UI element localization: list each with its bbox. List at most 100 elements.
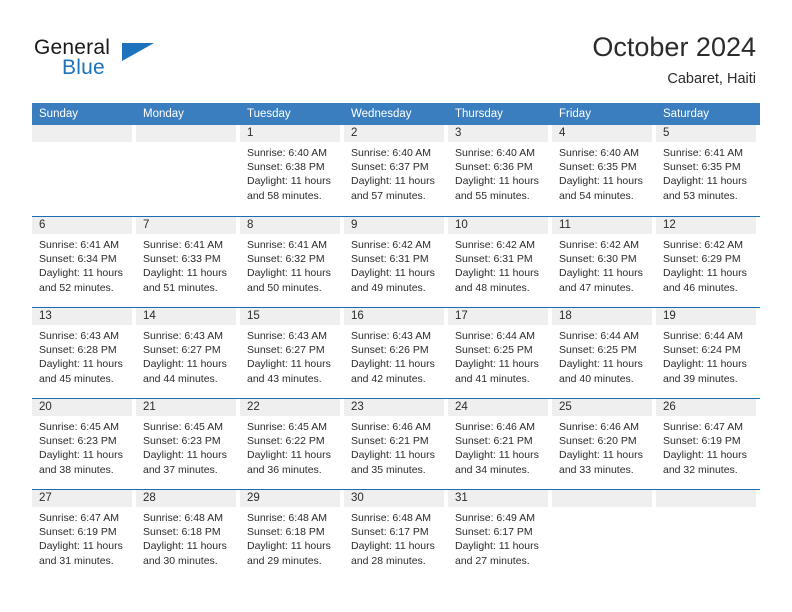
day-number: 31 — [448, 490, 548, 507]
day-of-week-header-friday: Friday — [559, 108, 591, 120]
day-details: Sunrise: 6:42 AM Sunset: 6:29 PM Daylight:… — [656, 234, 756, 295]
calendar-day-cell[interactable]: 12 Sunrise: 6:42 AM Sunset: 6:29 PM Dayligh… — [656, 217, 760, 307]
sunrise-text: Sunrise: 6:46 AM — [559, 421, 639, 433]
day-details: Sunrise: 6:46 AM Sunset: 6:20 PM Daylight:… — [552, 416, 652, 477]
calendar-day-cell[interactable]: 23 Sunrise: 6:46 AM Sunset: 6:21 PM Dayligh… — [344, 399, 448, 489]
daylight-text: Daylight: 11 hours and 43 minutes. — [247, 358, 331, 385]
day-of-week-header-monday: Monday — [143, 108, 184, 120]
daylight-text: Daylight: 11 hours and 27 minutes. — [455, 540, 539, 567]
calendar-day-cell[interactable]: 11 Sunrise: 6:42 AM Sunset: 6:30 PM Dayligh… — [552, 217, 656, 307]
calendar-day-cell[interactable]: 27 Sunrise: 6:47 AM Sunset: 6:19 PM Dayligh… — [32, 490, 136, 580]
day-number: 28 — [136, 490, 236, 507]
calendar-day-cell[interactable]: 24 Sunrise: 6:46 AM Sunset: 6:21 PM Dayligh… — [448, 399, 552, 489]
daylight-text: Daylight: 11 hours and 46 minutes. — [663, 267, 747, 294]
day-number: 25 — [552, 399, 652, 416]
calendar-day-cell[interactable]: 18 Sunrise: 6:44 AM Sunset: 6:25 PM Dayligh… — [552, 308, 656, 398]
day-details: Sunrise: 6:45 AM Sunset: 6:23 PM Daylight:… — [136, 416, 236, 477]
calendar-day-cell[interactable]: 22 Sunrise: 6:45 AM Sunset: 6:22 PM Dayligh… — [240, 399, 344, 489]
daylight-text: Daylight: 11 hours and 48 minutes. — [455, 267, 539, 294]
calendar-day-cell[interactable]: 4 Sunrise: 6:40 AM Sunset: 6:35 PM Daylight… — [552, 125, 656, 216]
calendar-day-cell[interactable]: 31 Sunrise: 6:49 AM Sunset: 6:17 PM Dayligh… — [448, 490, 552, 580]
calendar-day-cell[interactable]: 1 Sunrise: 6:40 AM Sunset: 6:38 PM Daylight… — [240, 125, 344, 216]
calendar-day-cell-empty — [136, 125, 240, 216]
calendar-day-cell[interactable]: 8 Sunrise: 6:41 AM Sunset: 6:32 PM Daylight… — [240, 217, 344, 307]
day-of-week-header-tuesday: Tuesday — [247, 108, 291, 120]
sunrise-text: Sunrise: 6:40 AM — [247, 147, 327, 159]
day-details: Sunrise: 6:43 AM Sunset: 6:26 PM Daylight:… — [344, 325, 444, 386]
day-details: Sunrise: 6:43 AM Sunset: 6:27 PM Daylight:… — [136, 325, 236, 386]
day-number: 27 — [32, 490, 132, 507]
sunrise-text: Sunrise: 6:40 AM — [351, 147, 431, 159]
day-number: 30 — [344, 490, 444, 507]
calendar-day-cell[interactable]: 20 Sunrise: 6:45 AM Sunset: 6:23 PM Dayligh… — [32, 399, 136, 489]
day-details: Sunrise: 6:44 AM Sunset: 6:25 PM Daylight:… — [448, 325, 548, 386]
calendar-day-cell[interactable]: 30 Sunrise: 6:48 AM Sunset: 6:17 PM Dayligh… — [344, 490, 448, 580]
calendar-day-cell[interactable]: 13 Sunrise: 6:43 AM Sunset: 6:28 PM Dayligh… — [32, 308, 136, 398]
sunset-text: Sunset: 6:21 PM — [351, 435, 429, 448]
calendar-weeks: 1 Sunrise: 6:40 AM Sunset: 6:38 PM Daylight… — [32, 125, 760, 580]
day-details: Sunrise: 6:41 AM Sunset: 6:32 PM Daylight:… — [240, 234, 340, 295]
calendar-day-cell[interactable]: 16 Sunrise: 6:43 AM Sunset: 6:26 PM Dayligh… — [344, 308, 448, 398]
page-title: October 2024 — [592, 32, 756, 62]
sunrise-text: Sunrise: 6:42 AM — [663, 239, 743, 251]
sunset-text: Sunset: 6:27 PM — [143, 344, 221, 357]
calendar-day-cell[interactable]: 10 Sunrise: 6:42 AM Sunset: 6:31 PM Dayligh… — [448, 217, 552, 307]
day-number: 9 — [344, 217, 444, 234]
day-details: Sunrise: 6:48 AM Sunset: 6:18 PM Daylight:… — [136, 507, 236, 568]
day-details: Sunrise: 6:41 AM Sunset: 6:33 PM Daylight:… — [136, 234, 236, 295]
sunset-text: Sunset: 6:18 PM — [247, 526, 325, 539]
daylight-text: Daylight: 11 hours and 34 minutes. — [455, 449, 539, 476]
calendar-day-cell[interactable]: 17 Sunrise: 6:44 AM Sunset: 6:25 PM Dayligh… — [448, 308, 552, 398]
calendar-day-cell[interactable]: 28 Sunrise: 6:48 AM Sunset: 6:18 PM Dayligh… — [136, 490, 240, 580]
sunset-text: Sunset: 6:31 PM — [455, 253, 533, 266]
day-details: Sunrise: 6:43 AM Sunset: 6:27 PM Daylight:… — [240, 325, 340, 386]
day-number: 15 — [240, 308, 340, 325]
calendar-day-cell[interactable]: 14 Sunrise: 6:43 AM Sunset: 6:27 PM Dayligh… — [136, 308, 240, 398]
calendar-day-cell[interactable]: 25 Sunrise: 6:46 AM Sunset: 6:20 PM Dayligh… — [552, 399, 656, 489]
calendar-day-cell[interactable]: 19 Sunrise: 6:44 AM Sunset: 6:24 PM Dayligh… — [656, 308, 760, 398]
day-number: 11 — [552, 217, 652, 234]
sunset-text: Sunset: 6:26 PM — [351, 344, 429, 357]
day-details: Sunrise: 6:46 AM Sunset: 6:21 PM Daylight:… — [448, 416, 548, 477]
calendar-day-cell[interactable]: 2 Sunrise: 6:40 AM Sunset: 6:37 PM Daylight… — [344, 125, 448, 216]
calendar-day-cell[interactable]: 9 Sunrise: 6:42 AM Sunset: 6:31 PM Daylight… — [344, 217, 448, 307]
daylight-text: Daylight: 11 hours and 52 minutes. — [39, 267, 123, 294]
calendar-day-cell[interactable]: 7 Sunrise: 6:41 AM Sunset: 6:33 PM Daylight… — [136, 217, 240, 307]
sunset-text: Sunset: 6:18 PM — [143, 526, 221, 539]
calendar-day-cell[interactable]: 6 Sunrise: 6:41 AM Sunset: 6:34 PM Daylight… — [32, 217, 136, 307]
day-number: 23 — [344, 399, 444, 416]
sunset-text: Sunset: 6:36 PM — [455, 161, 533, 174]
daylight-text: Daylight: 11 hours and 54 minutes. — [559, 175, 643, 202]
day-number: 4 — [552, 125, 652, 142]
sunrise-text: Sunrise: 6:41 AM — [247, 239, 327, 251]
calendar-day-cell[interactable]: 15 Sunrise: 6:43 AM Sunset: 6:27 PM Dayligh… — [240, 308, 344, 398]
sunset-text: Sunset: 6:23 PM — [143, 435, 221, 448]
sunset-text: Sunset: 6:31 PM — [351, 253, 429, 266]
daylight-text: Daylight: 11 hours and 37 minutes. — [143, 449, 227, 476]
day-number — [32, 125, 132, 142]
calendar-day-cell[interactable]: 5 Sunrise: 6:41 AM Sunset: 6:35 PM Daylight… — [656, 125, 760, 216]
sunrise-text: Sunrise: 6:46 AM — [351, 421, 431, 433]
day-number: 5 — [656, 125, 756, 142]
sunset-text: Sunset: 6:28 PM — [39, 344, 117, 357]
calendar-day-cell[interactable]: 26 Sunrise: 6:47 AM Sunset: 6:19 PM Dayligh… — [656, 399, 760, 489]
day-number: 3 — [448, 125, 548, 142]
title-block: October 2024 Cabaret, Haiti — [592, 30, 756, 90]
day-details: Sunrise: 6:49 AM Sunset: 6:17 PM Daylight:… — [448, 507, 548, 568]
daylight-text: Daylight: 11 hours and 33 minutes. — [559, 449, 643, 476]
daylight-text: Daylight: 11 hours and 55 minutes. — [455, 175, 539, 202]
daylight-text: Daylight: 11 hours and 40 minutes. — [559, 358, 643, 385]
calendar-day-cell[interactable]: 3 Sunrise: 6:40 AM Sunset: 6:36 PM Daylight… — [448, 125, 552, 216]
daylight-text: Daylight: 11 hours and 45 minutes. — [39, 358, 123, 385]
daylight-text: Daylight: 11 hours and 58 minutes. — [247, 175, 331, 202]
calendar-day-cell[interactable]: 29 Sunrise: 6:48 AM Sunset: 6:18 PM Dayligh… — [240, 490, 344, 580]
general-blue-logo[interactable]: General Blue — [34, 36, 184, 88]
day-details: Sunrise: 6:48 AM Sunset: 6:17 PM Daylight:… — [344, 507, 444, 568]
day-number: 6 — [32, 217, 132, 234]
sunrise-text: Sunrise: 6:41 AM — [143, 239, 223, 251]
sunset-text: Sunset: 6:33 PM — [143, 253, 221, 266]
day-details: Sunrise: 6:41 AM Sunset: 6:35 PM Daylight:… — [656, 142, 756, 203]
sunrise-text: Sunrise: 6:47 AM — [663, 421, 743, 433]
sunset-text: Sunset: 6:25 PM — [559, 344, 637, 357]
calendar-day-cell[interactable]: 21 Sunrise: 6:45 AM Sunset: 6:23 PM Dayligh… — [136, 399, 240, 489]
